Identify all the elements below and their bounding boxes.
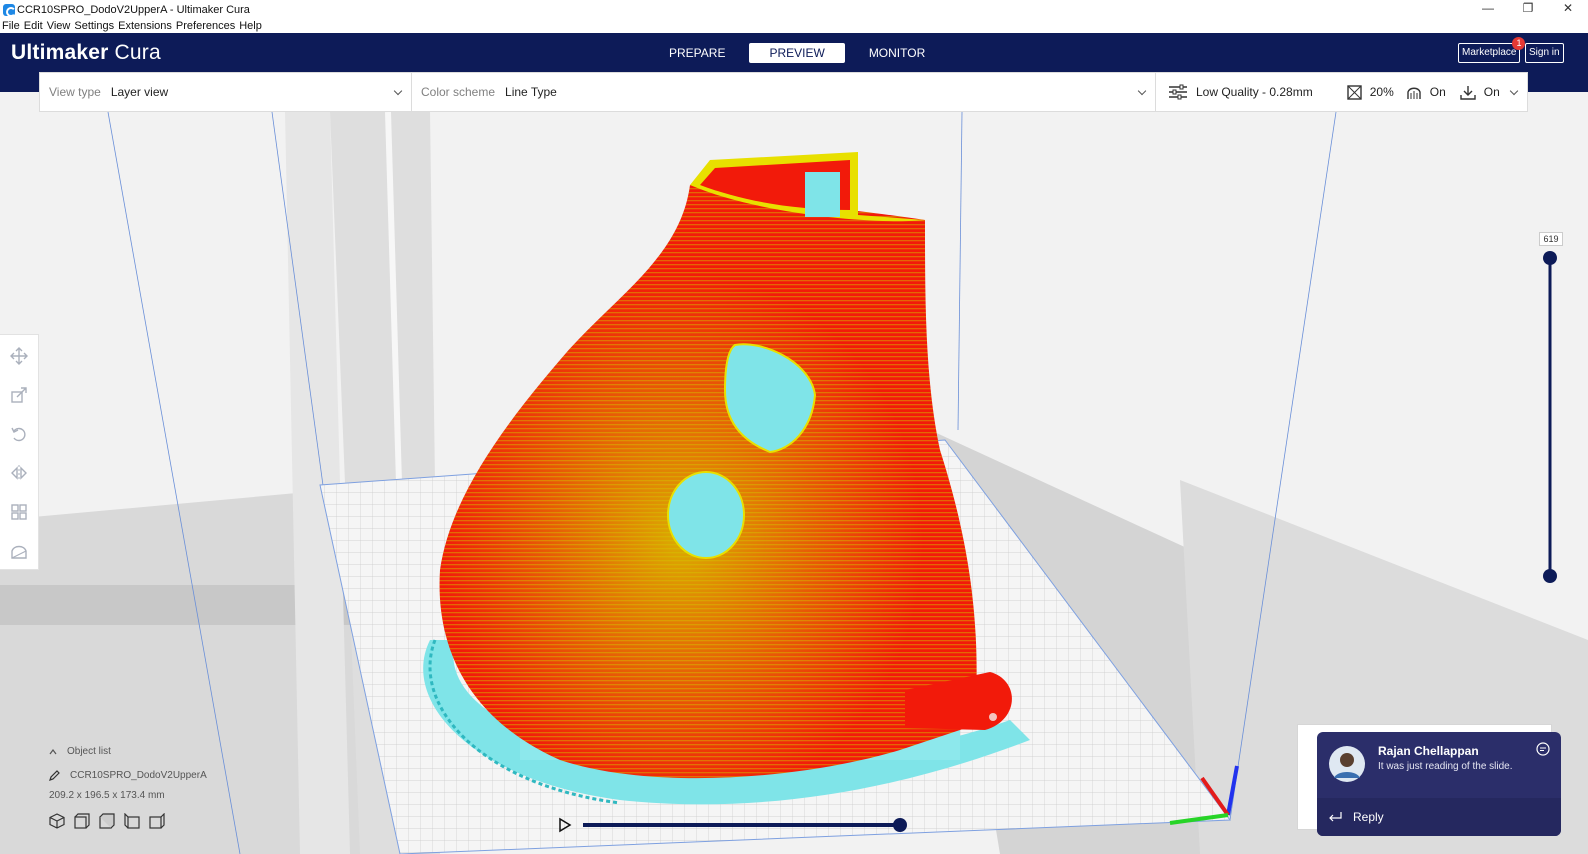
rotate-tool-icon[interactable] — [10, 425, 28, 443]
layer-slider-bottom-handle — [1543, 569, 1557, 583]
object-list-toggle[interactable]: Object list — [49, 746, 207, 757]
infill-value: 20% — [1369, 85, 1394, 99]
object-list-header: Object list — [67, 746, 111, 757]
model-hole-lower — [667, 471, 745, 559]
camera-view-buttons — [49, 813, 207, 829]
infill-setting: 20% — [1347, 84, 1394, 100]
adhesion-icon — [1460, 85, 1476, 100]
sliders-icon — [1169, 84, 1187, 100]
sender-name: Rajan Chellappan — [1378, 744, 1479, 758]
tab-prepare[interactable]: PREPARE — [655, 43, 739, 63]
reply-label: Reply — [1353, 810, 1384, 824]
menu-preferences[interactable]: Preferences — [176, 19, 235, 33]
front-view-icon[interactable] — [74, 813, 90, 829]
layer-number-label[interactable]: 619 — [1539, 232, 1563, 246]
3d-view-icon[interactable] — [49, 813, 65, 829]
object-name[interactable]: CCR10SPRO_DodoV2UpperA — [70, 770, 207, 781]
marketplace-button[interactable]: Marketplace 1 — [1458, 37, 1526, 63]
menu-extensions[interactable]: Extensions — [118, 19, 172, 33]
preview-toolbar: View type Layer view Color scheme Line T… — [39, 72, 1528, 112]
scale-tool-icon[interactable] — [10, 386, 28, 404]
chevron-up-icon — [49, 748, 57, 754]
reply-button[interactable]: Reply — [1317, 798, 1561, 836]
close-button[interactable]: ✕ — [1548, 0, 1588, 19]
reply-arrow-icon — [1329, 812, 1342, 822]
adhesion-value: On — [1483, 85, 1500, 99]
support-setting: On — [1406, 85, 1446, 100]
chevron-down-icon — [1137, 86, 1147, 96]
pencil-icon[interactable] — [49, 770, 60, 781]
profile-setting: Low Quality - 0.28mm — [1168, 84, 1313, 100]
stage-tabs: PREPARE PREVIEW MONITOR — [655, 43, 939, 63]
menu-bar: File Edit View Settings Extensions Prefe… — [0, 19, 1588, 33]
maximize-button[interactable]: ❐ — [1508, 0, 1548, 19]
sign-in-button[interactable]: Sign in — [1525, 43, 1564, 63]
tool-strip — [0, 334, 39, 570]
minimize-button[interactable]: — — [1468, 0, 1508, 19]
top-view-icon[interactable] — [99, 813, 115, 829]
marketplace-badge: 1 — [1512, 37, 1526, 50]
move-tool-icon[interactable] — [10, 347, 28, 365]
menu-view[interactable]: View — [47, 19, 71, 33]
view-type-dropdown[interactable]: View type Layer view — [40, 73, 412, 111]
menu-settings[interactable]: Settings — [74, 19, 114, 33]
object-dimensions: 209.2 x 196.5 x 173.4 mm — [49, 790, 165, 801]
color-scheme-value: Line Type — [505, 85, 557, 99]
chevron-down-icon — [393, 86, 403, 96]
model-inner-support — [805, 172, 840, 217]
color-scheme-dropdown[interactable]: Color scheme Line Type — [412, 73, 1156, 111]
adhesion-setting: On — [1460, 85, 1500, 100]
menu-edit[interactable]: Edit — [24, 19, 43, 33]
right-view-icon[interactable] — [149, 813, 165, 829]
support-blocker-icon[interactable] — [10, 542, 28, 560]
left-view-icon[interactable] — [124, 813, 140, 829]
chat-icon — [1536, 742, 1550, 756]
per-model-settings-icon[interactable] — [10, 503, 28, 521]
window-title: CCR10SPRO_DodoV2UpperA - Ultimaker Cura — [17, 3, 250, 16]
teams-notification[interactable]: Rajan Chellappan It was just reading of … — [1317, 732, 1561, 836]
view-type-label: View type — [49, 85, 101, 99]
avatar — [1329, 746, 1365, 782]
view-type-value: Layer view — [110, 85, 169, 99]
cura-app-icon — [3, 3, 16, 17]
notification-message: It was just reading of the slide. — [1378, 761, 1513, 772]
mirror-tool-icon[interactable] — [10, 464, 28, 482]
menu-file[interactable]: File — [2, 19, 20, 33]
infill-icon — [1347, 84, 1362, 100]
support-value: On — [1429, 85, 1446, 99]
menu-help[interactable]: Help — [239, 19, 262, 33]
window-title-bar: CCR10SPRO_DodoV2UpperA - Ultimaker Cura … — [0, 0, 1588, 19]
profile-value: Low Quality - 0.28mm — [1196, 85, 1313, 99]
support-icon — [1407, 87, 1421, 99]
ultimaker-cura-logo: Ultimaker Cura — [11, 41, 161, 64]
window-controls: — ❐ ✕ — [1468, 0, 1588, 19]
print-settings-panel[interactable]: Low Quality - 0.28mm 20% On On — [1156, 73, 1527, 111]
tab-preview[interactable]: PREVIEW — [749, 43, 845, 63]
layer-slider-top-handle — [1543, 251, 1557, 265]
color-scheme-label: Color scheme — [421, 85, 496, 99]
path-slider-handle — [893, 818, 907, 832]
tab-monitor[interactable]: MONITOR — [855, 43, 939, 63]
object-list-panel: Object list CCR10SPRO_DodoV2UpperA 209.2… — [49, 746, 207, 829]
chevron-down-icon — [1509, 86, 1519, 96]
